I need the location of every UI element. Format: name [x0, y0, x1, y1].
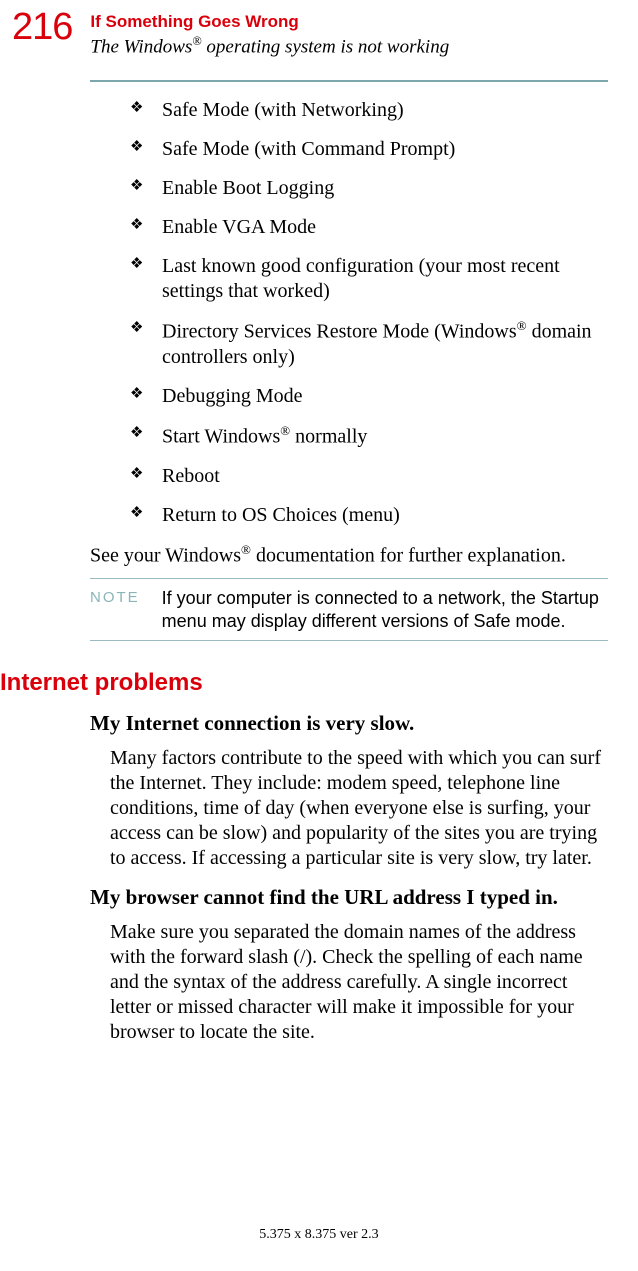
boot-options-list: Safe Mode (with Networking) Safe Mode (w…: [90, 98, 608, 527]
list-item: Enable VGA Mode: [130, 215, 608, 240]
divider: [90, 80, 608, 82]
list-item: Reboot: [130, 464, 608, 489]
note-block: NOTE If your computer is connected to a …: [90, 587, 608, 632]
list-item: Safe Mode (with Networking): [130, 98, 608, 123]
section-title: The Windows® operating system is not wor…: [90, 34, 449, 58]
list-item: Debugging Mode: [130, 384, 608, 409]
heading-internet-problems: Internet problems: [0, 669, 608, 697]
list-item: Enable Boot Logging: [130, 176, 608, 201]
divider: [90, 640, 608, 641]
answer-url-not-found: Make sure you separated the domain names…: [90, 920, 608, 1045]
question-slow-connection: My Internet connection is very slow.: [90, 711, 608, 736]
list-item: Start Windows® normally: [130, 423, 608, 450]
answer-slow-connection: Many factors contribute to the speed wit…: [90, 746, 608, 871]
divider: [90, 578, 608, 579]
footer-text: 5.375 x 8.375 ver 2.3: [0, 1227, 638, 1243]
list-item: Last known good configuration (your most…: [130, 254, 608, 304]
see-more-text: See your Windows® documentation for furt…: [90, 542, 608, 569]
chapter-title: If Something Goes Wrong: [90, 12, 449, 32]
note-label: NOTE: [90, 587, 140, 606]
list-item: Return to OS Choices (menu): [130, 503, 608, 528]
list-item: Directory Services Restore Mode (Windows…: [130, 318, 608, 370]
note-text: If your computer is connected to a netwo…: [162, 587, 608, 632]
list-item: Safe Mode (with Command Prompt): [130, 137, 608, 162]
page-number: 216: [12, 8, 72, 46]
question-url-not-found: My browser cannot find the URL address I…: [90, 885, 608, 910]
